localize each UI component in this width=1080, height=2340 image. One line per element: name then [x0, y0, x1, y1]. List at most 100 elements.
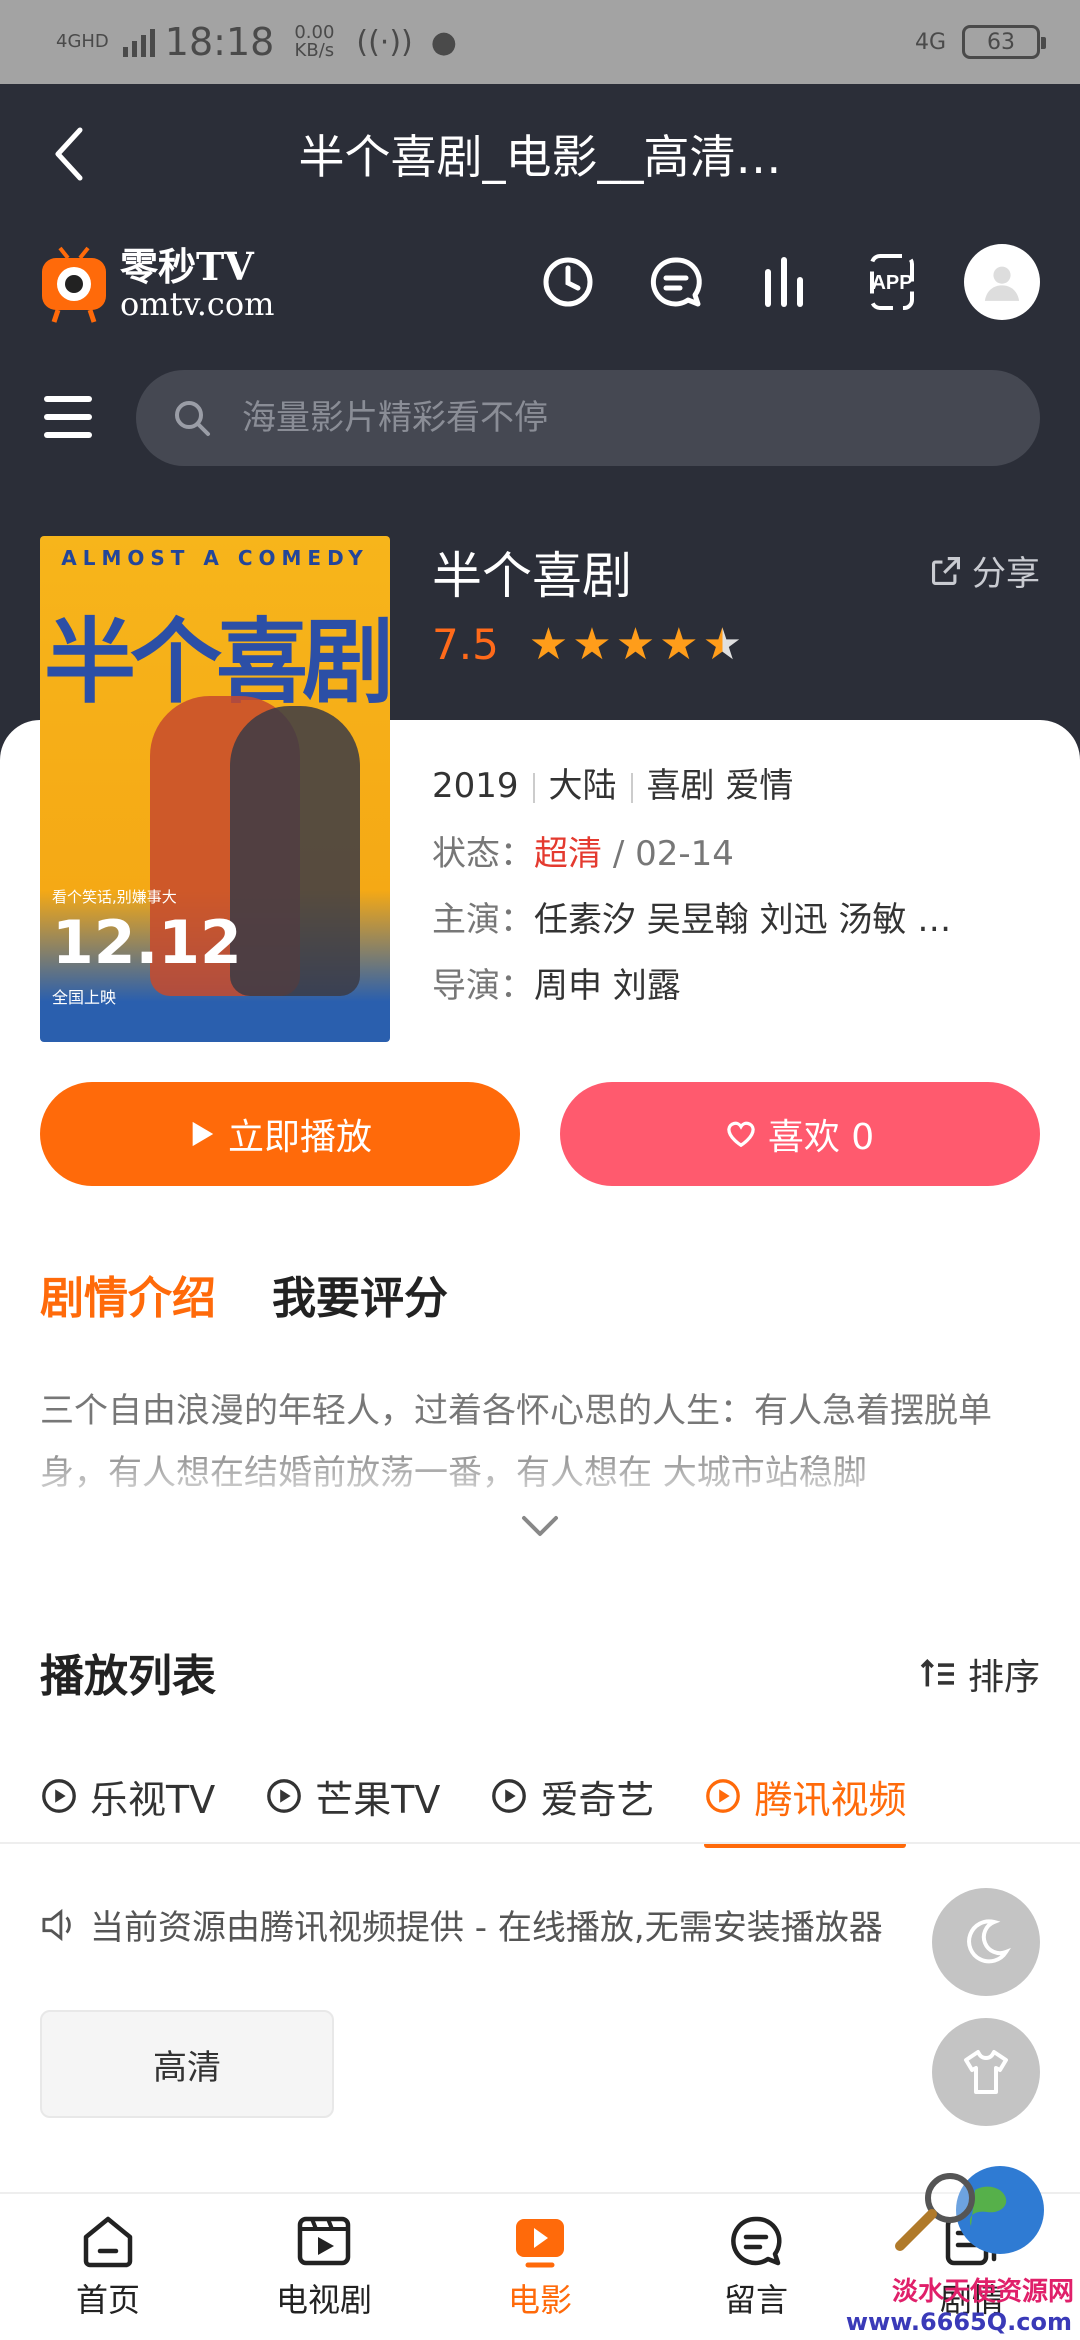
rating-score: 7.5: [432, 620, 499, 669]
source-label: 乐视TV: [90, 1777, 216, 1822]
source-tab[interactable]: 芒果TV: [265, 1756, 440, 1836]
play-circle-icon: [42, 1779, 76, 1813]
director-label: 导演：: [432, 966, 534, 1006]
clock-icon: [543, 257, 593, 307]
chevron-left-icon: [55, 127, 83, 181]
like-button[interactable]: 喜欢 0: [560, 1082, 1040, 1186]
nav-tv-series-label: 电视剧: [275, 2281, 372, 2319]
message-icon: [650, 257, 702, 307]
menu-icon[interactable]: [44, 396, 92, 438]
nav-home[interactable]: 首页: [0, 2194, 216, 2340]
movie-poster: ALMOST A COMEDY 半个喜剧 看个笑话,别嫌事大 12.12 全国上…: [40, 536, 390, 1042]
nav-movie-label: 电影: [507, 2281, 572, 2319]
share-button[interactable]: 分享: [930, 546, 1040, 595]
site-logo[interactable]: 零秒TV omtv.com: [40, 244, 274, 324]
source-tab[interactable]: 乐视TV: [40, 1756, 215, 1836]
sort-icon: [920, 1659, 954, 1687]
night-mode-button[interactable]: [932, 1888, 1040, 1996]
source-tab[interactable]: 爱奇艺: [490, 1756, 654, 1836]
page-title: 半个喜剧_电影__高清…: [298, 130, 782, 184]
heart-icon: [727, 1121, 755, 1148]
app-download-button[interactable]: APP: [856, 246, 928, 318]
watermark-text: 淡水天使资源网: [891, 2277, 1074, 2307]
app-icon-label: APP: [871, 272, 912, 294]
movie-title: 半个喜剧: [432, 547, 632, 605]
nav-home-label: 首页: [75, 2281, 140, 2319]
history-button[interactable]: [532, 246, 604, 318]
star-icon: ★: [659, 618, 699, 670]
like-label: 喜欢 0: [767, 1117, 875, 1158]
star-icon: ★: [615, 618, 656, 670]
rating-row: 7.5 ★ ★ ★ ★ ★: [432, 620, 742, 669]
source-tabs: 乐视TV 芒果TV 爱奇艺 腾讯视频: [40, 1756, 907, 1848]
status-label: 状态：: [432, 834, 534, 874]
poster-english-title: ALMOST A COMEDY: [61, 546, 369, 570]
detail-tabs: 剧情介绍 我要评分: [40, 1262, 448, 1326]
source-divider: [0, 1842, 1080, 1844]
battery-icon: 63: [962, 25, 1046, 59]
movie-icon: [516, 2219, 564, 2268]
movie-region: 大陆: [548, 766, 617, 806]
status-date: / 02-14: [612, 834, 734, 874]
sort-label: 排序: [967, 1657, 1040, 1698]
avatar[interactable]: [964, 244, 1040, 320]
network-indicator: 4GHD: [56, 31, 109, 52]
search-row: [0, 368, 1080, 468]
theme-button[interactable]: [932, 2018, 1040, 2126]
battery-level: 63: [987, 29, 1015, 55]
tab-intro[interactable]: 剧情介绍: [40, 1262, 216, 1326]
star-icon: ★: [572, 618, 612, 670]
play-icon: [192, 1121, 214, 1147]
playlist-title: 播放列表: [40, 1651, 216, 1702]
star-icon: ★: [702, 618, 743, 670]
nav-message[interactable]: 留言: [648, 2194, 864, 2340]
source-label: 爱奇艺: [540, 1777, 655, 1822]
play-button[interactable]: 立即播放: [40, 1082, 520, 1186]
status-value: 超清: [534, 834, 602, 874]
play-circle-icon: [267, 1779, 302, 1813]
back-button[interactable]: [40, 124, 100, 184]
message-button[interactable]: [640, 246, 712, 318]
nav-message-label: 留言: [723, 2281, 788, 2319]
share-icon: [932, 556, 960, 585]
cast-label: 主演：: [432, 900, 534, 940]
logo-domain: omtv.com: [120, 285, 275, 324]
share-label: 分享: [972, 554, 1040, 594]
nav-tv-series[interactable]: 电视剧: [216, 2194, 432, 2340]
speed-unit: KB/s: [294, 40, 335, 61]
meta-line: 2019 大陆 喜剧 爱情: [432, 758, 793, 807]
site-header: 零秒TV omtv.com APP: [0, 224, 1080, 364]
nav-movie[interactable]: 电影: [432, 2194, 648, 2340]
sort-button[interactable]: 排序: [920, 1648, 1040, 1700]
tab-rate[interactable]: 我要评分: [272, 1262, 448, 1326]
director-line: 导演：周申 刘露: [432, 958, 681, 1007]
source-notice: 当前资源由腾讯视频提供 - 在线播放,无需安装播放器: [40, 1900, 883, 1949]
play-circle-icon: [706, 1779, 741, 1813]
user-icon: [984, 266, 1020, 301]
app-icon: APP: [870, 254, 914, 310]
status-line: 状态：超清 / 02-14: [432, 826, 734, 875]
logo-name: 零秒TV: [120, 243, 254, 289]
status-time: 18:18: [164, 20, 275, 64]
moon-icon: [967, 1919, 1011, 1964]
watermark: 淡水天使资源网 www.6665Q.com: [846, 2150, 1080, 2340]
poster-figure-right: [230, 706, 360, 996]
ranking-button[interactable]: [748, 246, 820, 318]
source-tab[interactable]: 腾讯视频: [704, 1756, 907, 1848]
cast-line: 主演：任素汐 吴昱翰 刘迅 汤敏 …: [432, 892, 951, 941]
episode-button[interactable]: 高清: [40, 2010, 334, 2118]
search-input[interactable]: [242, 398, 942, 438]
speaker-icon: [42, 1908, 71, 1941]
shirt-icon: [964, 2050, 1008, 2094]
status-bar: 4GHD 18:18 0.00 KB/s ((·)) ● 4G 63: [0, 0, 1080, 84]
home-icon: [83, 2216, 133, 2268]
watermark-url: www.6665Q.com: [845, 2308, 1072, 2336]
description-fade: [0, 1440, 1080, 1510]
search-box[interactable]: [136, 370, 1040, 466]
play-circle-icon: [492, 1779, 527, 1813]
chevron-down-icon[interactable]: [520, 1514, 560, 1538]
star-icon: ★: [528, 618, 569, 670]
movie-year: 2019: [432, 766, 519, 806]
cast-value: 任素汐 吴昱翰 刘迅 汤敏 …: [534, 900, 952, 940]
play-label: 立即播放: [227, 1117, 372, 1158]
